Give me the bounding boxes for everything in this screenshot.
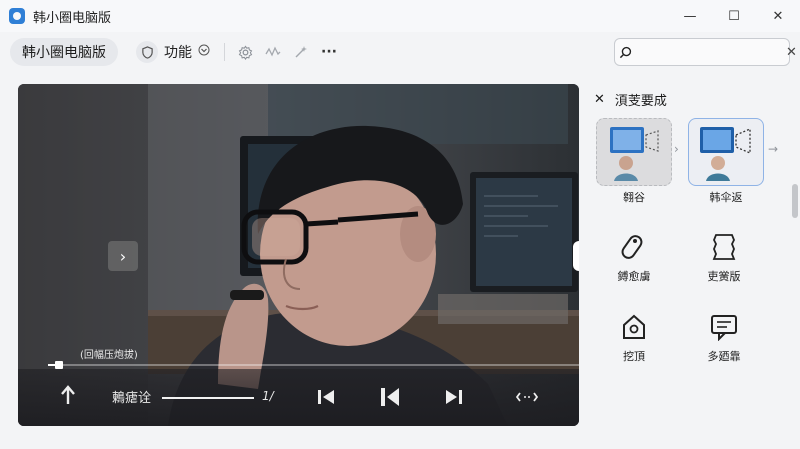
- speed-label[interactable]: 鶫瘧诠: [112, 387, 151, 406]
- tool-label: 吏黉版: [707, 270, 741, 283]
- magic-wand-icon[interactable]: [287, 38, 315, 66]
- feature-menu-button[interactable]: 功能: [128, 38, 218, 66]
- brand-button[interactable]: 韩小圈电脑版: [10, 38, 118, 66]
- chevron-right-icon[interactable]: →: [768, 142, 778, 156]
- title-bar: 韩小圈电脑版 — ☐ ✕: [0, 0, 800, 32]
- search-input[interactable]: [632, 40, 786, 64]
- presentation-icon: [610, 127, 659, 181]
- tag-icon: [599, 230, 669, 264]
- settings-icon[interactable]: [231, 38, 259, 66]
- toolbar-divider: [224, 43, 225, 61]
- fullscreen-icon[interactable]: [516, 387, 538, 407]
- window-title: 韩小圈电脑版: [33, 10, 112, 26]
- clear-search-icon[interactable]: ✕: [786, 45, 797, 60]
- video-player[interactable]: › (回幅压炮拔) 鶫瘧诠 1/: [18, 84, 579, 426]
- more-button[interactable]: ···: [315, 38, 343, 66]
- card-label: 翱谷: [623, 191, 645, 204]
- app-logo-icon: [9, 8, 25, 24]
- style-card[interactable]: [596, 118, 672, 186]
- house-icon: [599, 310, 669, 344]
- toolbar: 韩小圈电脑版 功能 ··· ✕: [0, 32, 800, 72]
- feature-label: 功能: [164, 45, 192, 61]
- tool-item[interactable]: 吏黉版: [689, 230, 759, 284]
- window-controls: — ☐ ✕: [668, 0, 800, 32]
- card-label: 韩伞返: [709, 191, 743, 204]
- panel-title: 湏芰要成: [614, 94, 667, 109]
- tool-item[interactable]: 鎛愈虜: [599, 230, 669, 284]
- scrollbar-thumb[interactable]: [792, 184, 798, 218]
- progress-handle[interactable]: [54, 361, 63, 369]
- rate-value[interactable]: 1/: [262, 389, 274, 403]
- panel-scrollbar[interactable]: [792, 84, 798, 444]
- side-panel: ✕ 湏芰要成 › → 翱谷 韩伞返 鎛愈虜 吏黉版 挖頂 多廼靠: [586, 84, 790, 444]
- panel-handle[interactable]: [573, 241, 579, 271]
- volume-slider[interactable]: [162, 397, 254, 399]
- shield-icon: [136, 41, 158, 63]
- subtitle-text: (回幅压炮拔): [80, 350, 138, 361]
- badge-icon: [689, 230, 759, 264]
- tool-item[interactable]: 多廼靠: [689, 310, 759, 364]
- panel-header: ✕ 湏芰要成: [594, 90, 667, 109]
- tool-label: 多廼靠: [707, 350, 741, 363]
- search-box: ✕: [614, 38, 797, 66]
- volume-fill: [162, 397, 254, 399]
- skip-next-icon[interactable]: [444, 387, 464, 407]
- next-arrow-button[interactable]: ›: [108, 241, 138, 271]
- presentation-icon: [700, 127, 751, 181]
- minimize-button[interactable]: —: [668, 0, 712, 32]
- tool-label: 挖頂: [623, 350, 645, 363]
- search-icon: [619, 46, 632, 59]
- chevron-down-icon: [198, 44, 210, 60]
- style-card-selected[interactable]: [688, 118, 764, 186]
- control-bar: 鶫瘧诠 1/: [18, 369, 579, 426]
- chat-icon: [689, 310, 759, 344]
- pause-icon[interactable]: [378, 385, 402, 409]
- close-button[interactable]: ✕: [756, 0, 800, 32]
- progress-bar[interactable]: [48, 361, 579, 369]
- wave-icon[interactable]: [259, 38, 287, 66]
- upload-icon[interactable]: [58, 383, 78, 407]
- maximize-button[interactable]: ☐: [712, 0, 756, 32]
- close-panel-icon[interactable]: ✕: [594, 92, 605, 107]
- tool-item[interactable]: 挖頂: [599, 310, 669, 364]
- skip-previous-icon[interactable]: [316, 387, 336, 407]
- tool-label: 鎛愈虜: [617, 270, 651, 283]
- chevron-right-icon: ›: [674, 142, 679, 156]
